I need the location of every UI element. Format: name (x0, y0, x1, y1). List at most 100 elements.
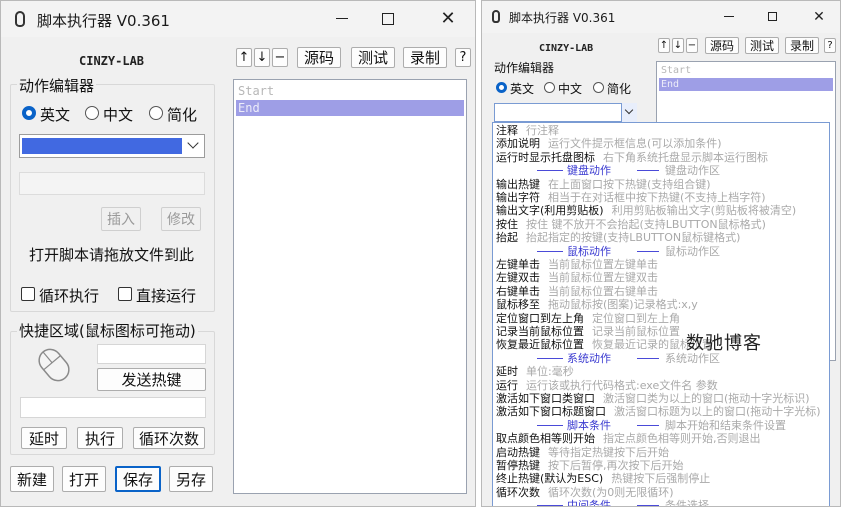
exec-button[interactable]: 执行 (77, 427, 123, 449)
lang-en-label[interactable]: 英文 (510, 80, 534, 97)
dropdown-item[interactable]: 激活如下窗口类窗口 激活窗口类为以上的窗口(拖动十字光标识) (496, 392, 829, 405)
loop-checkbox[interactable] (21, 287, 35, 301)
dropdown-item[interactable]: 定位窗口到左上角 定位窗口到左上角 (496, 312, 829, 325)
dropdown-item-name: 启动热键 (496, 445, 540, 459)
dropdown-item[interactable]: 添加说明 运行文件提示框信息(可以添加条件) (496, 137, 829, 151)
minimize-button[interactable] (718, 8, 740, 26)
dropdown-item-name: 循环次数 (496, 485, 540, 499)
dropdown-item[interactable]: 循环次数 循环次数(为0则无限循环) (496, 485, 829, 499)
dropdown-item-name: 左键单击 (496, 258, 540, 271)
dropdown-item-name: 输出文字(利用剪贴板) (496, 204, 604, 218)
delete-line-button[interactable]: − (272, 48, 288, 67)
dropdown-item-name: 右键单击 (496, 284, 540, 298)
insert-button[interactable]: 插入 (101, 207, 141, 231)
modify-button[interactable]: 修改 (161, 207, 201, 231)
dropdown-item[interactable]: 延时 单位:毫秒 (496, 365, 829, 379)
hotkey-input[interactable] (97, 344, 206, 364)
dropdown-item[interactable]: 记录当前鼠标位置 记录当前鼠标位置 (496, 325, 829, 338)
lang-zh-label[interactable]: 中文 (558, 80, 582, 97)
save-button[interactable]: 保存 (115, 466, 161, 492)
lang-simple-label[interactable]: 简化 (167, 104, 197, 125)
list-item-end[interactable]: End (236, 100, 464, 116)
list-item-start[interactable]: Start (659, 64, 833, 77)
dropdown-item[interactable]: 注释 行注释 (496, 124, 829, 137)
list-item-start[interactable]: Start (236, 83, 464, 99)
dropdown-item[interactable]: 输出文字(利用剪贴板) 利用剪贴板输出文字(剪贴板将被清空) (496, 204, 829, 218)
mouse-drag-icon[interactable] (33, 344, 75, 386)
source-button[interactable]: 源码 (297, 47, 341, 68)
delay-button[interactable]: 延时 (21, 427, 67, 449)
dropdown-item-name: 恢复最近鼠标位置 (496, 338, 584, 352)
lang-simple-radio[interactable] (149, 106, 163, 120)
record-button[interactable]: 录制 (785, 37, 819, 54)
dropdown-item-name: 运行时显示托盘图标 (496, 150, 595, 164)
dropdown-item[interactable]: 左键单击 当前鼠标位置左键单击 (496, 258, 829, 271)
move-up-button[interactable]: ↑ (236, 48, 252, 67)
script-list[interactable]: Start End (233, 79, 467, 494)
dropdown-item[interactable]: 终止热键(默认为ESC) 热键按下后强制停止 (496, 472, 829, 485)
dropdown-item[interactable]: 暂停热键 按下后暂停,再次按下后开始 (496, 459, 829, 472)
dropdown-item[interactable]: 运行时显示托盘图标 右下角系统托盘显示脚本运行图标 (496, 150, 829, 164)
loop-count-button[interactable]: 循环次数 (133, 427, 205, 449)
minimize-button[interactable] (327, 9, 357, 29)
dropdown-item-desc: 右下角系统托盘显示脚本运行图标 (603, 150, 768, 164)
list-item-end[interactable]: End (659, 78, 833, 91)
delete-line-button[interactable]: − (686, 38, 698, 53)
test-button[interactable]: 测试 (745, 37, 779, 54)
dropdown-item-desc: 单位:毫秒 (526, 365, 574, 379)
dropdown-item[interactable]: 左键双击 当前鼠标位置左键双击 (496, 271, 829, 285)
dropdown-item[interactable]: 按住 按住 键不放开不会抬起(支持LBUTTON鼠标格式) (496, 218, 829, 231)
close-button[interactable]: ✕ (433, 7, 463, 31)
lang-en-radio[interactable] (496, 82, 507, 93)
dropdown-item[interactable]: 恢复最近鼠标位置 恢复最近记录的鼠标位置 (496, 338, 829, 352)
record-button[interactable]: 录制 (403, 47, 447, 68)
section-desc: 键盘动作区 (665, 164, 720, 178)
dropdown-item-desc: 当前鼠标位置左键双击 (548, 271, 658, 285)
dropdown-item[interactable]: 取点颜色相等则开始 指定点颜色相等则开始,否则退出 (496, 432, 829, 445)
source-button[interactable]: 源码 (705, 37, 739, 54)
move-down-button[interactable]: ↓ (672, 38, 684, 53)
dropdown-item[interactable]: 输出热键 在上面窗口按下热键(支持组合键) (496, 178, 829, 191)
dropdown-item-desc: 记录当前鼠标位置 (592, 325, 680, 338)
dropdown-item[interactable]: 激活如下窗口标题窗口 激活窗口标题为以上的窗口(拖动十字光标) (496, 405, 829, 418)
open-button[interactable]: 打开 (62, 466, 106, 492)
dropdown-item[interactable]: 鼠标移至 拖动鼠标按(图案)记录格式:x,y (496, 298, 829, 311)
dropdown-item-name: 抬起 (496, 231, 518, 245)
drop-hint: 打开脚本请拖放文件到此 (29, 246, 195, 264)
new-button[interactable]: 新建 (10, 466, 54, 492)
dropdown-item-desc: 运行文件提示框信息(可以添加条件) (548, 137, 722, 151)
maximize-button[interactable] (373, 9, 403, 29)
action-dropdown-list[interactable]: 注释 行注释 添加说明 运行文件提示框信息(可以添加条件) 运行时显示托盘图标 右下角系统… (492, 122, 830, 506)
help-button[interactable]: ? (455, 48, 471, 67)
lang-zh-radio[interactable] (544, 82, 555, 93)
send-hotkey-button[interactable]: 发送热键 (97, 368, 206, 391)
dropdown-item-desc: 利用剪贴板输出文字(剪贴板将被清空) (611, 204, 797, 218)
lang-simple-label[interactable]: 简化 (607, 80, 631, 97)
direct-run-checkbox[interactable] (118, 287, 132, 301)
window-title: 脚本执行器 V0.361 (37, 12, 170, 30)
lang-zh-radio[interactable] (85, 106, 99, 120)
dropdown-item[interactable]: 输出字符 相当于在对话框中按下热键(不支持上档字符) (496, 191, 829, 204)
move-up-button[interactable]: ↑ (658, 38, 670, 53)
dropdown-item[interactable]: 右键单击 当前鼠标位置右键单击 (496, 284, 829, 298)
test-button[interactable]: 测试 (351, 47, 395, 68)
action-select[interactable] (494, 103, 637, 122)
move-down-button[interactable]: ↓ (254, 48, 270, 67)
param-input[interactable] (19, 172, 205, 195)
loop-label[interactable]: 循环执行 (39, 285, 99, 306)
action-select[interactable] (19, 134, 205, 158)
help-button[interactable]: ? (824, 38, 836, 53)
maximize-button[interactable] (762, 8, 784, 26)
direct-run-label[interactable]: 直接运行 (136, 285, 196, 306)
shortcut-input[interactable] (20, 397, 206, 418)
lang-en-label[interactable]: 英文 (40, 104, 70, 125)
dropdown-item-name: 延时 (496, 365, 518, 379)
save-as-button[interactable]: 另存 (169, 466, 213, 492)
lang-en-radio[interactable] (22, 106, 36, 120)
lang-zh-label[interactable]: 中文 (103, 104, 133, 125)
lang-simple-radio[interactable] (593, 82, 604, 93)
dropdown-item[interactable]: 抬起 抬起指定的按键(支持LBUTTON鼠标键格式) (496, 231, 829, 245)
dropdown-item[interactable]: 运行 运行该或执行代码格式:exe文件名 参数 (496, 379, 829, 392)
dropdown-item[interactable]: 启动热键 等待指定热键按下后开始 (496, 445, 829, 459)
close-button[interactable]: ✕ (808, 6, 830, 28)
